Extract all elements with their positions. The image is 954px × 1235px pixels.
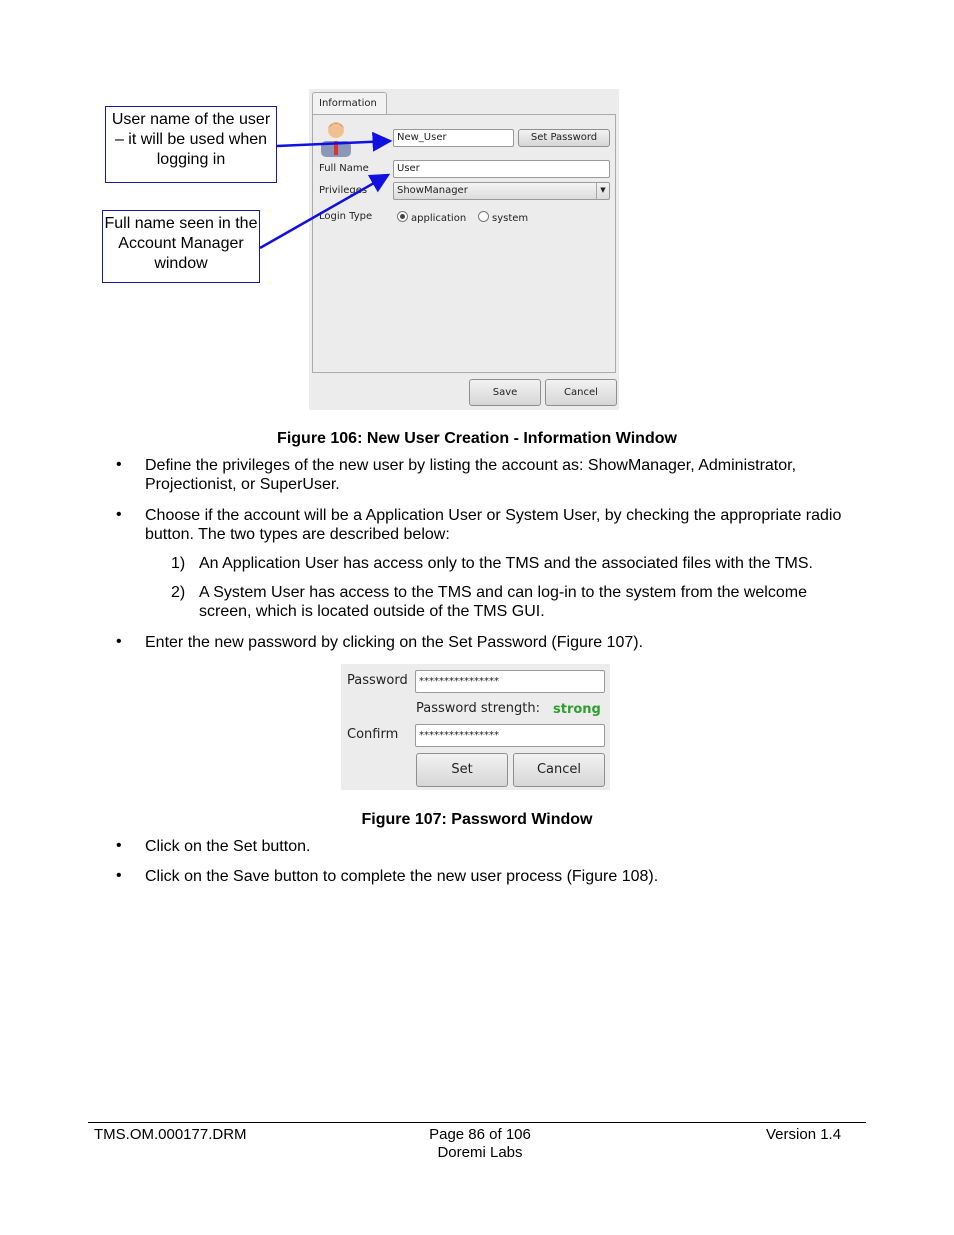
bullet-text: Click on the Save button to complete the… <box>145 868 659 885</box>
page-number: Page 86 of 106 <box>429 1126 531 1143</box>
password-input[interactable]: **************** <box>415 670 605 693</box>
cancel-button[interactable]: Cancel <box>513 753 605 787</box>
set-button[interactable]: Set <box>416 753 508 787</box>
list-number: 2) <box>171 584 186 601</box>
arrow-username <box>276 131 393 152</box>
confirm-label: Confirm <box>347 727 399 742</box>
bullet: • <box>116 633 122 650</box>
list-text: A System User has access to the TMS and … <box>199 584 807 620</box>
company-name: Doremi Labs <box>437 1144 523 1161</box>
bullet: • <box>116 506 122 523</box>
footer-divider <box>88 1122 866 1123</box>
confirm-input[interactable]: **************** <box>415 724 605 747</box>
password-strength-value: strong <box>553 702 601 717</box>
bullet: • <box>116 456 122 473</box>
footer-doc-id: TMS.OM.000177.DRM <box>94 1126 247 1143</box>
figure-107-caption: Figure 107: Password Window <box>361 811 593 828</box>
bullet: • <box>116 837 122 854</box>
list-text: An Application User has access only to t… <box>199 555 813 572</box>
arrow-fullname <box>259 173 391 250</box>
bullet: • <box>116 867 122 884</box>
password-window: Password **************** Password stren… <box>341 664 610 790</box>
bullet-text: Choose if the account will be a Applicat… <box>145 507 842 543</box>
bullet-text: Click on the Set button. <box>145 838 311 855</box>
callout-arrows <box>259 131 393 250</box>
password-label: Password <box>347 673 408 688</box>
footer-page: Page 86 of 106 Doremi Labs <box>380 1126 580 1162</box>
bullet-text: Enter the new password by clicking on th… <box>145 634 644 651</box>
bullet-text: Define the privileges of the new user by… <box>145 457 797 493</box>
document-page: User name of the user – it will be used … <box>0 0 954 1235</box>
footer-version: Version 1.4 <box>766 1126 842 1143</box>
password-strength-label: Password strength: <box>416 701 540 716</box>
list-number: 1) <box>171 555 186 572</box>
figure-106-caption: Figure 106: New User Creation - Informat… <box>277 430 677 447</box>
